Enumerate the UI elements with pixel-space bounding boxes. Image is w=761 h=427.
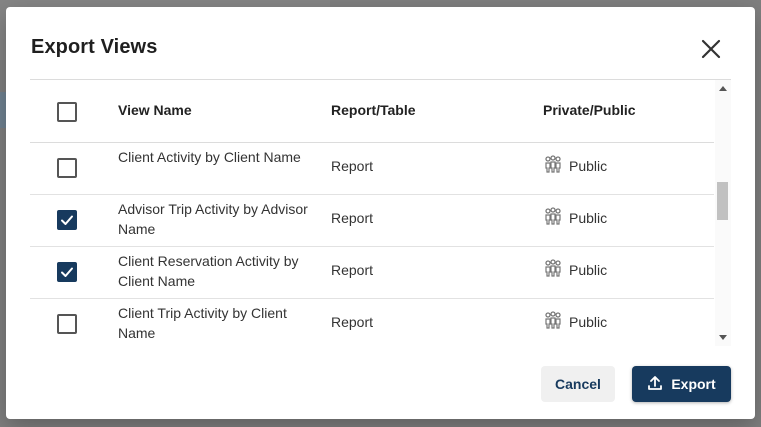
people-group-icon	[543, 310, 563, 333]
report-table-cell: Report	[331, 158, 374, 174]
visibility-label: Public	[569, 209, 608, 226]
visibility-label: Public	[569, 261, 608, 278]
table-header-row: View Name Report/Table Private/Public	[30, 80, 714, 143]
visibility-label: Public	[569, 313, 608, 330]
export-button[interactable]: Export	[632, 366, 731, 402]
upload-icon	[647, 375, 663, 394]
view-name-cell: Advisor Trip Activity by Advisor Name	[118, 201, 308, 237]
table-scrollbar[interactable]	[715, 80, 731, 346]
column-header-view-name: View Name	[118, 102, 192, 118]
view-name-cell: Client Activity by Client Name	[118, 149, 301, 165]
table-row[interactable]: Advisor Trip Activity by Advisor Name Rep…	[30, 194, 714, 247]
views-table: View Name Report/Table Private/Public Cl…	[30, 79, 731, 346]
people-group-icon	[543, 154, 563, 177]
cancel-button-label: Cancel	[555, 376, 601, 392]
report-table-cell: Report	[331, 210, 374, 226]
visibility-label: Public	[569, 157, 608, 174]
row-checkbox[interactable]	[57, 210, 77, 230]
select-all-checkbox[interactable]	[57, 102, 77, 122]
scroll-thumb[interactable]	[717, 182, 728, 220]
report-table-cell: Report	[331, 314, 374, 330]
cancel-button[interactable]: Cancel	[541, 366, 615, 402]
close-icon[interactable]	[698, 36, 724, 62]
view-name-cell: Client Reservation Activity by Client Na…	[118, 253, 299, 289]
export-button-label: Export	[671, 376, 716, 392]
row-checkbox[interactable]	[57, 158, 77, 178]
row-checkbox[interactable]	[57, 314, 77, 334]
scroll-down-arrow-icon[interactable]	[719, 335, 727, 340]
view-name-cell: Client Trip Activity by Client Name	[118, 305, 287, 341]
visibility-cell: Public	[543, 258, 607, 281]
visibility-cell: Public	[543, 154, 607, 177]
export-views-dialog: Export Views View Name Report/Table Priv…	[6, 7, 755, 419]
scroll-up-arrow-icon[interactable]	[719, 86, 727, 91]
dialog-title: Export Views	[31, 36, 158, 58]
visibility-cell: Public	[543, 206, 607, 229]
visibility-cell: Public	[543, 310, 607, 333]
column-header-report-table: Report/Table	[331, 102, 416, 118]
people-group-icon	[543, 258, 563, 281]
row-checkbox[interactable]	[57, 262, 77, 282]
column-header-private-public: Private/Public	[543, 102, 636, 118]
table-row[interactable]: Client Reservation Activity by Client Na…	[30, 246, 714, 299]
table-row[interactable]: Client Trip Activity by Client Name Repor…	[30, 298, 714, 346]
people-group-icon	[543, 206, 563, 229]
report-table-cell: Report	[331, 262, 374, 278]
table-row[interactable]: Client Activity by Client Name Report Publ…	[30, 142, 714, 195]
